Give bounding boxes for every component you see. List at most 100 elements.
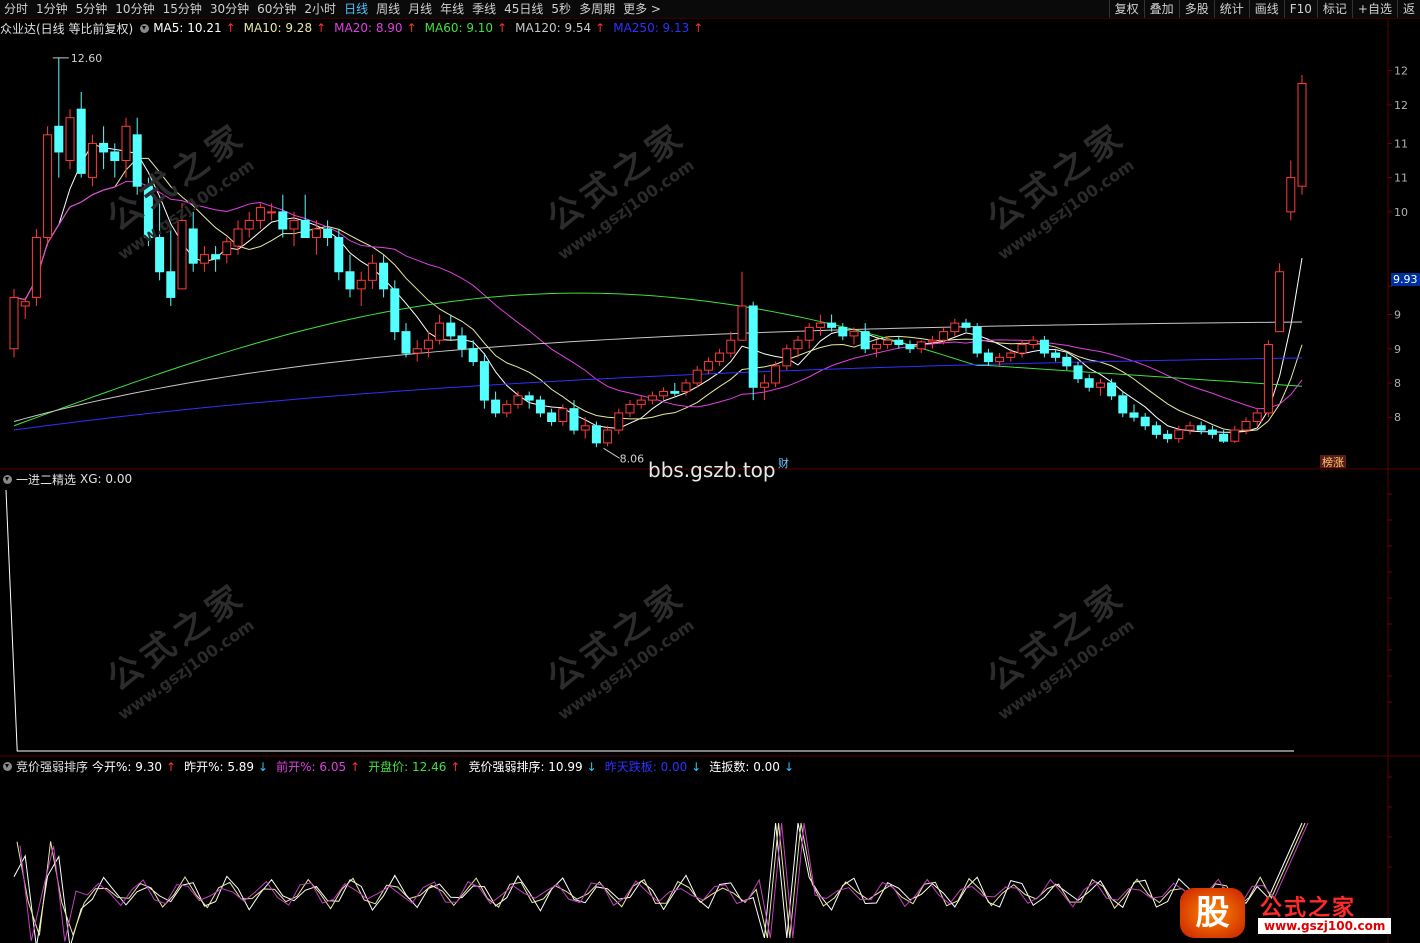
candle-body [423,339,433,350]
candle-body [177,219,187,290]
candle-body [76,108,86,174]
candle-body [1129,412,1139,418]
candle-body [1062,356,1072,367]
candle-body [815,322,825,328]
ma120-line [13,321,1303,422]
candle-body [793,339,803,350]
candle-body [659,391,669,397]
candle-body [1073,365,1083,380]
candle-body [894,339,904,345]
candle-body [625,403,635,414]
candle-body [1174,429,1184,440]
candle-body [569,408,579,431]
candle-body [580,425,590,431]
axis-tick-label: 11 [1394,137,1408,150]
candle-body [961,322,971,328]
candle-body [871,343,881,350]
candle-body [1006,352,1016,358]
candle-body [468,348,478,363]
candle-body [905,343,915,350]
candle-body [614,412,624,431]
candle-body [155,237,165,273]
candle-body [199,254,209,264]
candle-body [1140,416,1150,427]
candle-body [278,211,288,230]
candle-body [1219,433,1229,442]
candle-body [547,412,557,422]
candle-body [692,369,702,384]
candle-body [1196,425,1206,431]
candle-body [636,399,646,405]
site-url: bbs.gszb.top [648,458,776,482]
candle-body [9,296,19,350]
cai-marker: 财 [778,456,789,470]
low-marker [603,447,620,459]
candle-body [939,331,949,341]
candle-body [849,331,859,337]
candle-body [1118,395,1128,414]
candle-body [435,322,445,341]
candle-body [1230,429,1240,442]
candle-body [715,352,725,363]
osc-line-yellow [16,822,1306,939]
candle-body [1095,382,1105,388]
candle-body [289,219,299,230]
candle-body [995,356,1005,363]
candle-body [972,326,982,354]
axis-tick-label: 11 [1394,172,1408,185]
candle-body [323,228,333,239]
candle-body [748,305,758,388]
candle-body [502,403,512,414]
candle-body [479,361,489,401]
candle-body [1275,271,1285,333]
candle-body [222,241,232,256]
candle-body [1084,378,1094,388]
candle-body [255,207,265,221]
candle-body [726,339,736,354]
bangzhang-marker: 榜涨 [1322,455,1344,469]
candle-body [188,228,198,264]
logo-icon: 股 [1180,888,1245,938]
candle-body [491,399,501,414]
candle-body [513,395,523,405]
candle-body [1286,177,1296,213]
candle-body [99,142,109,153]
candle-body [87,142,97,179]
candle-body [1297,83,1307,187]
candle-body [1039,339,1049,354]
candle-body [356,279,366,290]
axis-tick-label: 12 [1394,99,1408,112]
candle-body [591,425,601,444]
candle-body [334,237,344,273]
candle-body [233,228,243,247]
candle-body [1163,433,1173,440]
candle-body [603,429,613,444]
candle-body [524,395,534,401]
candle-body [166,271,176,298]
axis-tick-label: 10 [1394,206,1408,219]
brand-logo: 股 公式之家 www.gszj100.com [1180,888,1420,943]
candle-body [759,382,769,388]
candle-body [211,254,221,260]
candle-body [1263,343,1273,414]
axis-tick-label: 12 [1394,65,1408,78]
candle-body [670,391,680,394]
axis-tick-label: 8 [1394,411,1401,424]
candle-body [983,352,993,363]
ma20-line [13,181,1303,410]
candle-body [804,326,814,341]
candle-body [950,322,960,333]
candle-body [782,348,792,367]
axis-tick-label: 9 [1394,309,1401,322]
candle-body [647,395,657,401]
candle-body [401,331,411,354]
candle-body [883,339,893,345]
candle-body [390,288,400,333]
candle-body [927,339,937,343]
candle-body [916,341,926,350]
candle-body [1151,425,1161,435]
logo-url: www.gszj100.com [1258,918,1392,934]
candle-body [65,117,75,162]
candle-body [558,408,568,422]
candle-body [121,125,131,162]
